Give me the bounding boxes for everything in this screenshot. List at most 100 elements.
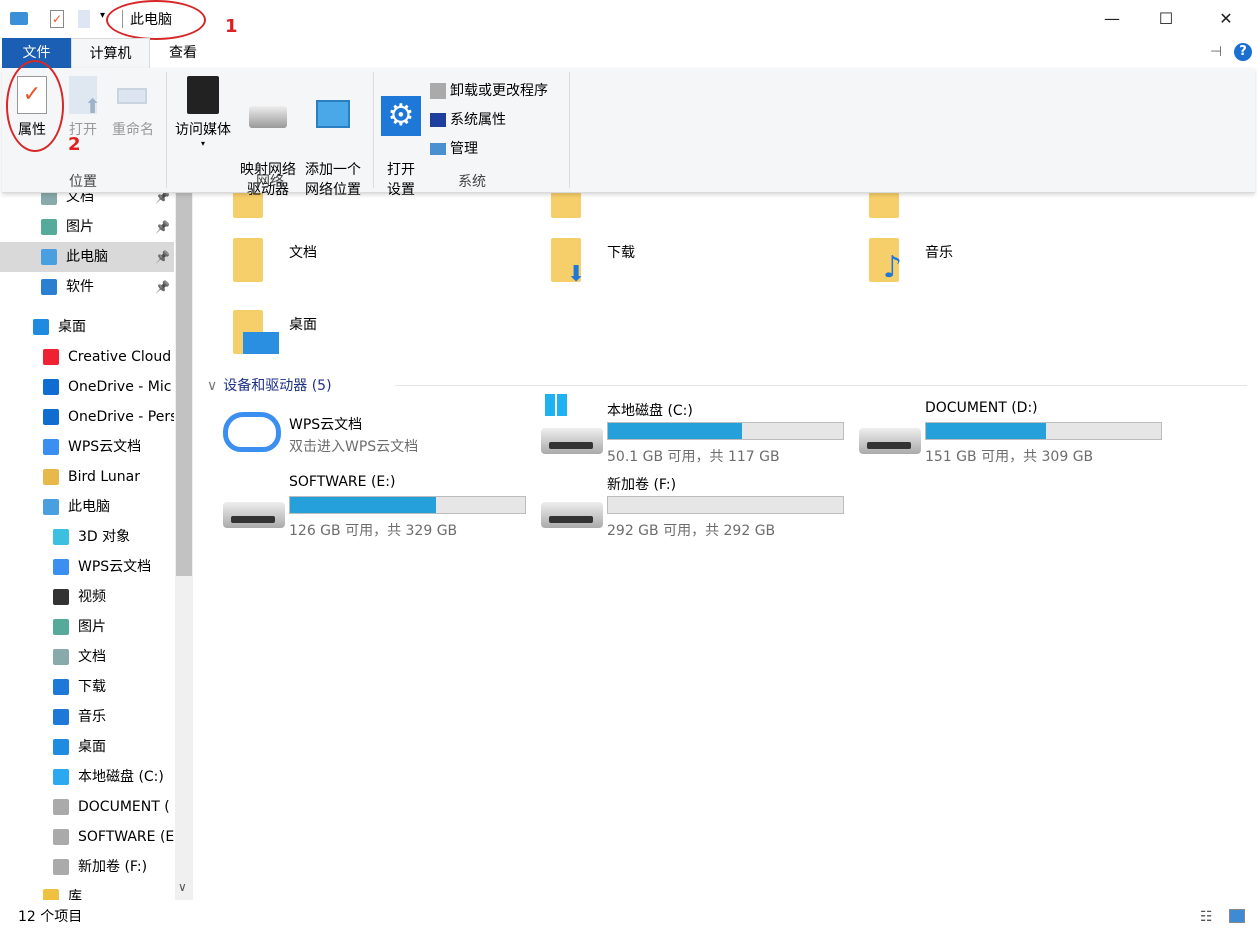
sidebar-item[interactable]: Creative Cloud <box>0 342 174 372</box>
pictures-icon <box>41 219 57 235</box>
folder-desktop[interactable]: 桌面 <box>233 310 317 354</box>
drive-usage-fill <box>926 423 1046 439</box>
section-title: 设备和驱动器 (5) <box>223 378 332 394</box>
sidebar-item[interactable]: OneDrive - Pers <box>0 402 174 432</box>
tab-view[interactable]: 查看 <box>150 38 216 68</box>
sidebar-item-label: WPS云文档 <box>68 439 142 455</box>
uninstall-label: 卸载或更改程序 <box>450 83 548 99</box>
drive-space-info: 50.1 GB 可用，共 117 GB <box>607 449 780 465</box>
ribbon: ✓ 属性 2 ⬆ 打开 重命名 位置 访问媒体 ▾ 映射网络 驱动器 添加一个 … <box>2 60 1255 198</box>
drive-icon <box>541 428 603 454</box>
sidebar-item[interactable]: 3D 对象 <box>0 522 174 552</box>
folder-documents[interactable]: 文档 <box>233 238 317 282</box>
details-view-icon[interactable]: ☷ <box>1200 905 1213 929</box>
rename-button[interactable]: 重命名 <box>108 76 158 140</box>
pin-icon: 📌 <box>155 250 170 264</box>
drive-space-info: 292 GB 可用，共 292 GB <box>607 523 776 539</box>
sidebar-item-label: DOCUMENT ( <box>78 799 170 815</box>
sidebar-item[interactable]: 此电脑 <box>0 492 174 522</box>
music-icon <box>53 709 69 725</box>
scroll-down-icon[interactable]: ∨ <box>178 880 187 894</box>
map-network-drive-button[interactable]: 映射网络 驱动器 <box>236 76 300 220</box>
sidebar-item-label: 新加卷 (F:) <box>78 859 148 875</box>
sidebar-item[interactable]: 本地磁盘 (C:) <box>0 762 174 792</box>
sidebar-item[interactable]: 软件 📌 <box>0 272 174 302</box>
system-properties-label: 系统属性 <box>450 112 506 128</box>
open-button[interactable]: ⬆ 打开 <box>60 76 106 140</box>
large-icons-view-icon[interactable] <box>1229 909 1245 923</box>
properties-quick-icon[interactable]: ✓ <box>50 10 64 28</box>
user-folder-icon <box>43 469 59 485</box>
navigation-pane: 文档 📌 图片 📌 此电脑 📌 软件 📌 桌面 Creative Cloud OneDrive - … <box>0 180 175 900</box>
pin-ribbon-icon[interactable]: ⊣ <box>1210 44 1222 60</box>
sidebar-scroll-thumb[interactable] <box>176 180 192 576</box>
sidebar-item[interactable]: 桌面 <box>0 732 174 762</box>
sidebar-item[interactable]: 音乐 <box>0 702 174 732</box>
uninstall-program-button[interactable]: 卸载或更改程序 <box>430 80 548 100</box>
sidebar-item[interactable]: Bird Lunar <box>0 462 174 492</box>
sidebar-item[interactable]: 图片 <box>0 612 174 642</box>
sidebar-item[interactable]: 视频 <box>0 582 174 612</box>
minimize-button[interactable]: — <box>1092 6 1132 32</box>
new-folder-quick-icon[interactable] <box>78 10 90 28</box>
drive-name: DOCUMENT (D:) <box>925 400 1038 416</box>
manage-button[interactable]: 管理 <box>430 138 478 158</box>
sidebar-item[interactable]: WPS云文档 <box>0 552 174 582</box>
sidebar-item[interactable]: SOFTWARE (E <box>0 822 174 852</box>
add-network-location-button[interactable]: 添加一个 网络位置 <box>300 76 366 220</box>
sidebar-item[interactable]: OneDrive - Mic <box>0 372 174 402</box>
drive-name: SOFTWARE (E:) <box>289 474 396 490</box>
folder-music[interactable]: ♪ 音乐 <box>869 238 953 285</box>
sidebar-item[interactable]: 下载 <box>0 672 174 702</box>
pin-icon: 📌 <box>155 280 170 294</box>
media-server-icon <box>187 76 219 114</box>
sidebar-item[interactable]: 文档 <box>0 642 174 672</box>
content-area: 文档 ⬇ 下载 ♪ 音乐 桌面 ∨ 设备和驱动器 (5) WPS云文档 双击进入W… <box>195 180 1257 900</box>
cloud-icon <box>43 439 59 455</box>
open-settings-button[interactable]: ⚙ 打开 设置 <box>378 76 424 220</box>
sidebar-item-label: 本地磁盘 (C:) <box>78 769 164 785</box>
drive-usage-fill <box>290 497 436 513</box>
access-media-button[interactable]: 访问媒体 ▾ <box>170 76 236 148</box>
system-properties-button[interactable]: 系统属性 <box>430 109 506 129</box>
drive-icon <box>53 829 69 845</box>
sidebar-item[interactable]: DOCUMENT ( <box>0 792 174 822</box>
devices-section-header[interactable]: ∨ 设备和驱动器 (5) <box>207 375 332 395</box>
download-icon <box>53 679 69 695</box>
sidebar-item[interactable]: 此电脑 📌 <box>0 242 174 272</box>
folder-label: 音乐 <box>925 245 953 261</box>
title-bar: ✓ ▾ 此电脑 1 — ☐ ✕ <box>0 0 1257 40</box>
documents-folder-icon <box>233 238 263 282</box>
sidebar-item-label: 文档 <box>78 649 106 665</box>
windows-drive-icon <box>53 769 69 785</box>
manage-icon <box>430 143 446 155</box>
folder-downloads[interactable]: ⬇ 下载 <box>551 238 635 287</box>
drive-usage-bar <box>607 496 844 514</box>
folder-label: 下载 <box>607 245 635 261</box>
onedrive-icon <box>43 409 59 425</box>
pictures-icon <box>53 619 69 635</box>
tab-computer[interactable]: 计算机 <box>71 38 150 68</box>
help-icon[interactable]: ? <box>1234 43 1252 61</box>
sidebar-item[interactable]: 库 <box>0 882 174 900</box>
sidebar-item[interactable]: 新加卷 (F:) <box>0 852 174 882</box>
video-icon <box>53 589 69 605</box>
sidebar-item-label: 3D 对象 <box>78 529 131 545</box>
drive-icon <box>859 428 921 454</box>
sidebar-item[interactable]: WPS云文档 <box>0 432 174 462</box>
maximize-button[interactable]: ☐ <box>1146 6 1186 32</box>
open-icon: ⬆ <box>69 76 101 116</box>
wps-cloud-item[interactable]: WPS云文档 双击进入WPS云文档 <box>223 412 418 455</box>
manage-label: 管理 <box>450 141 478 157</box>
annotation-circle-2 <box>6 60 64 152</box>
customize-toolbar-icon[interactable]: ▾ <box>100 10 105 21</box>
gear-icon: ⚙ <box>381 96 421 136</box>
sidebar-item[interactable]: 图片 📌 <box>0 212 174 242</box>
annotation-number-1: 1 <box>225 16 238 37</box>
drive-usage-bar <box>607 422 844 440</box>
system-properties-icon <box>430 113 446 127</box>
sidebar-item[interactable]: 桌面 <box>0 312 174 342</box>
ribbon-tabs: 文件 计算机 查看 ⊣ ? <box>0 38 1257 68</box>
close-button[interactable]: ✕ <box>1206 6 1246 32</box>
3d-icon <box>53 529 69 545</box>
